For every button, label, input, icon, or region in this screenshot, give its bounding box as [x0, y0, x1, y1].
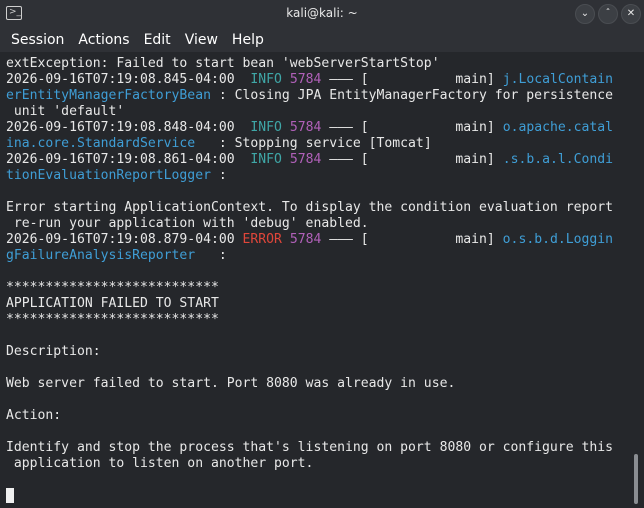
line-text	[282, 120, 290, 135]
terminal-line: ***************************	[6, 280, 613, 296]
logger-text: tionEvaluationReportLogger	[6, 168, 211, 183]
pid-text: 5784	[289, 152, 322, 167]
line-text: 2026-09-16T07:19:08.848-04:00	[6, 120, 251, 135]
line-text: Error starting ApplicationContext. To di…	[6, 200, 613, 215]
logger-text: j.LocalContain	[502, 72, 614, 87]
maximize-icon[interactable]: ˆ	[598, 4, 618, 24]
level-error-text: ERROR	[242, 232, 282, 247]
scrollbar[interactable]	[634, 454, 638, 504]
menu-view[interactable]: View	[178, 32, 225, 48]
line-text: 2026-09-16T07:19:08.845-04:00	[6, 72, 251, 87]
logger-text: o.apache.catal	[502, 120, 614, 135]
logger-text: erEntityManagerFactoryBean	[6, 88, 211, 103]
line-text: APPLICATION FAILED TO START	[6, 296, 219, 311]
level-info-text: INFO	[250, 120, 282, 135]
terminal-line: APPLICATION FAILED TO START	[6, 296, 613, 312]
pid-text: 5784	[289, 120, 322, 135]
terminal-line: Web server failed to start. Port 8080 wa…	[6, 376, 613, 392]
line-text: re-run your application with 'debug' ena…	[6, 216, 369, 231]
level-info-text: INFO	[250, 152, 282, 167]
terminal-line: ***************************	[6, 312, 613, 328]
pid-text: 5784	[289, 232, 322, 247]
terminal-lines: extException: Failed to start bean 'webS…	[6, 56, 613, 472]
terminal-line: tionEvaluationReportLogger :	[6, 168, 613, 184]
menu-edit[interactable]: Edit	[137, 32, 178, 48]
menu-session[interactable]: Session	[4, 32, 71, 48]
close-icon[interactable]: ✕	[621, 4, 641, 24]
terminal-line: Action:	[6, 408, 613, 424]
terminal-line: Identify and stop the process that's lis…	[6, 440, 613, 456]
logger-text: ina.core.StandardService	[6, 136, 196, 151]
terminal-line: unit 'default'	[6, 104, 613, 120]
terminal-line: re-run your application with 'debug' ena…	[6, 216, 613, 232]
terminal-line: Error starting ApplicationContext. To di…	[6, 200, 613, 216]
line-text: ——— [ main]	[321, 72, 503, 87]
line-text: extException: Failed to start bean 'webS…	[6, 56, 440, 71]
terminal-line: ina.core.StandardService : Stopping serv…	[6, 136, 613, 152]
line-text: application to listen on another port.	[6, 456, 314, 471]
title-bar: >_ kali@kali: ~ ⌄ ˆ ✕	[0, 0, 644, 28]
line-text: 2026-09-16T07:19:08.879-04:00	[6, 232, 243, 247]
line-text: : Closing JPA EntityManagerFactory for p…	[210, 88, 614, 103]
line-text	[282, 232, 290, 247]
terminal-line: 2026-09-16T07:19:08.861-04:00 INFO 5784 …	[6, 152, 613, 168]
line-text: ——— [ main]	[321, 120, 503, 135]
line-text: ***************************	[6, 312, 219, 327]
terminal-line: extException: Failed to start bean 'webS…	[6, 56, 613, 72]
window-title: kali@kali: ~	[286, 6, 358, 20]
minimize-icon[interactable]: ⌄	[575, 4, 595, 24]
menu-help[interactable]: Help	[225, 32, 271, 48]
line-text: Action:	[6, 408, 62, 423]
line-text: ***************************	[6, 280, 219, 295]
line-text: : Stopping service [Tomcat]	[195, 136, 432, 151]
terminal-line: 2026-09-16T07:19:08.848-04:00 INFO 5784 …	[6, 120, 613, 136]
line-text: :	[210, 168, 227, 183]
line-text: unit 'default'	[6, 104, 125, 119]
menu-bar: Session Actions Edit View Help	[0, 28, 644, 52]
line-text: Identify and stop the process that's lis…	[6, 440, 613, 455]
menu-actions[interactable]: Actions	[71, 32, 136, 48]
pid-text: 5784	[289, 72, 322, 87]
line-text: :	[195, 248, 227, 263]
terminal-line: application to listen on another port.	[6, 456, 613, 472]
terminal-line: erEntityManagerFactoryBean : Closing JPA…	[6, 88, 613, 104]
logger-text: gFailureAnalysisReporter	[6, 248, 196, 263]
line-text: Web server failed to start. Port 8080 wa…	[6, 376, 456, 391]
line-text: Description:	[6, 344, 101, 359]
logger-text: .s.b.a.l.Condi	[502, 152, 614, 167]
terminal-line: 2026-09-16T07:19:08.879-04:00 ERROR 5784…	[6, 232, 613, 248]
line-text: 2026-09-16T07:19:08.861-04:00	[6, 152, 251, 167]
terminal-output[interactable]: extException: Failed to start bean 'webS…	[0, 52, 644, 508]
terminal-line: Description:	[6, 344, 613, 360]
logger-text: o.s.b.d.Loggin	[502, 232, 614, 247]
line-text	[282, 152, 290, 167]
terminal-line: 2026-09-16T07:19:08.845-04:00 INFO 5784 …	[6, 72, 613, 88]
line-text: ——— [ main]	[321, 152, 503, 167]
level-info-text: INFO	[250, 72, 282, 87]
line-text	[282, 72, 290, 87]
terminal-line: gFailureAnalysisReporter :	[6, 248, 613, 264]
line-text: ——— [ main]	[321, 232, 503, 247]
text-cursor	[6, 488, 14, 503]
